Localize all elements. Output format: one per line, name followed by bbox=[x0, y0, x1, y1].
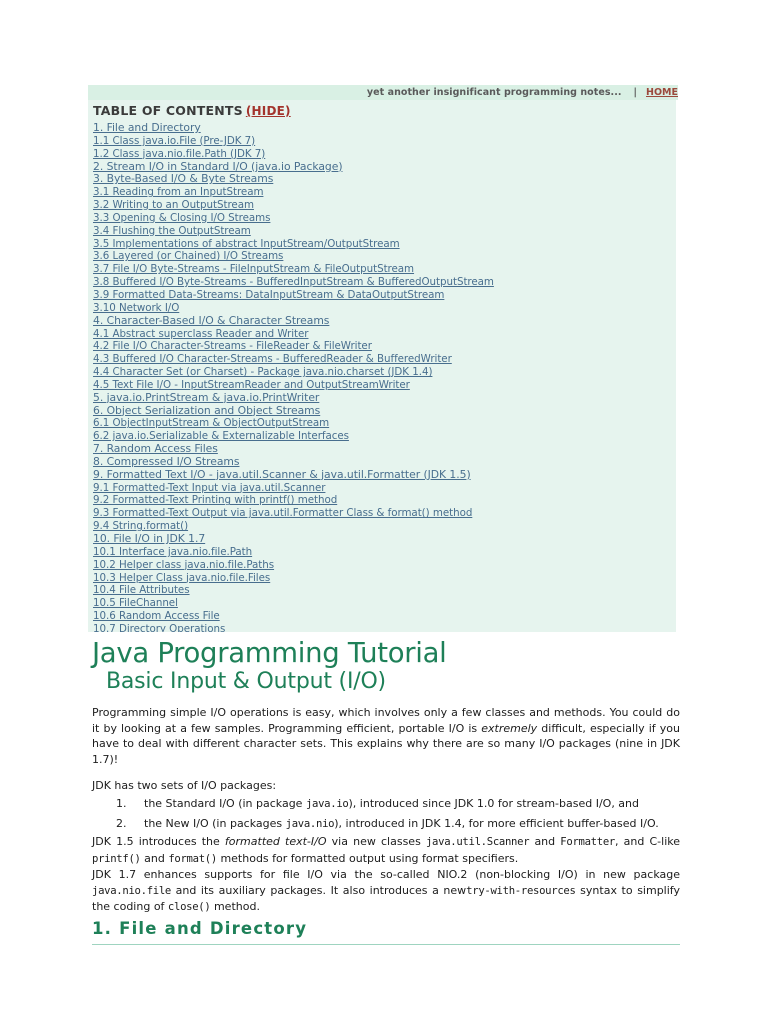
jdk15-code-formatter: Formatter bbox=[560, 835, 615, 848]
toc-link[interactable]: 10.2 Helper class java.nio.file.Paths bbox=[93, 559, 274, 571]
list-item-1-text-a: the Standard I/O (in package bbox=[144, 796, 306, 810]
toc-link[interactable]: 8. Compressed I/O Streams bbox=[93, 455, 240, 468]
page-title: Java Programming Tutorial bbox=[92, 637, 447, 669]
toc-item: 4.3 Buffered I/O Character-Streams - Buf… bbox=[91, 351, 676, 365]
toc-item: 6. Object Serialization and Object Strea… bbox=[91, 403, 676, 417]
toc-item: 9.4 String.format() bbox=[91, 518, 676, 532]
toc-item: 3. Byte-Based I/O & Byte Streams bbox=[91, 171, 676, 185]
toc-item: 3.6 Layered (or Chained) I/O Streams bbox=[91, 248, 676, 262]
jdk17-code-niofile: java.nio.file bbox=[92, 884, 172, 897]
toc-item: 3.4 Flushing the OutputStream bbox=[91, 223, 676, 237]
jdk15-code-format: format() bbox=[168, 852, 217, 865]
toc-item: 1.1 Class java.io.File (Pre-JDK 7) bbox=[91, 133, 676, 147]
toc-item: 3.5 Implementations of abstract InputStr… bbox=[91, 236, 676, 250]
jdk15-paragraph: JDK 1.5 introduces the formatted text-I/… bbox=[92, 834, 680, 867]
jdk15-text-d: , and C-like bbox=[615, 834, 680, 848]
toc-item: 7. Random Access Files bbox=[91, 441, 676, 455]
list-item-1-code: java.io bbox=[305, 797, 349, 810]
header-separator: | bbox=[633, 87, 638, 98]
list-item-1-text-b: ), introduced since JDK 1.0 for stream-b… bbox=[348, 796, 640, 810]
section-divider bbox=[92, 943, 680, 945]
toc-item: 8. Compressed I/O Streams bbox=[91, 454, 676, 468]
toc-item: 10. File I/O in JDK 1.7 bbox=[91, 531, 676, 545]
toc-link[interactable]: 5. java.io.PrintStream & java.io.PrintWr… bbox=[93, 391, 319, 404]
article-body: Java Programming Tutorial Basic Input & … bbox=[92, 638, 680, 945]
toc-item: 9.3 Formatted-Text Output via java.util.… bbox=[91, 505, 676, 519]
toc-item: 10.2 Helper class java.nio.file.Paths bbox=[91, 557, 676, 571]
site-header-bar: yet another insignificant programming no… bbox=[88, 85, 678, 100]
list-item-2-text-a: the New I/O (in packages bbox=[144, 816, 286, 830]
jdk17-text-d: method. bbox=[210, 900, 260, 914]
toc-item: 10.1 Interface java.nio.file.Path bbox=[91, 544, 676, 558]
toc-item: 4. Character-Based I/O & Character Strea… bbox=[91, 313, 676, 327]
toc-item: 3.7 File I/O Byte-Streams - FileInputStr… bbox=[91, 261, 676, 275]
home-link[interactable]: HOME bbox=[646, 87, 678, 98]
jdk15-text-a: JDK 1.5 introduces the bbox=[92, 834, 225, 848]
page-root: yet another insignificant programming no… bbox=[0, 0, 768, 1024]
section-heading-1: 1. File and Directory bbox=[92, 918, 308, 938]
jdk17-code-try: try-with-resources bbox=[466, 884, 576, 897]
jdk15-text-e: and bbox=[140, 851, 169, 865]
toc-item: 10.4 File Attributes bbox=[91, 582, 676, 596]
toc-link[interactable]: 10.7 Directory Operations bbox=[93, 623, 225, 632]
toc-title: TABLE OF CONTENTS (HIDE) bbox=[93, 103, 676, 119]
toc-link[interactable]: 4. Character-Based I/O & Character Strea… bbox=[93, 314, 329, 327]
toc-item: 1. File and Directory bbox=[91, 120, 676, 134]
toc-item: 6.1 ObjectInputStream & ObjectOutputStre… bbox=[91, 415, 676, 429]
toc-item: 3.9 Formatted Data-Streams: DataInputStr… bbox=[91, 287, 676, 301]
toc-item: 1.2 Class java.nio.file.Path (JDK 7) bbox=[91, 146, 676, 160]
list-item: the Standard I/O (in package java.io), i… bbox=[116, 794, 680, 814]
list-item: the New I/O (in packages java.nio), intr… bbox=[116, 814, 680, 834]
toc-item: 9. Formatted Text I/O - java.util.Scanne… bbox=[91, 467, 676, 481]
jdk15-text-b: via new classes bbox=[326, 834, 426, 848]
table-of-contents-panel: TABLE OF CONTENTS (HIDE) 1. File and Dire… bbox=[88, 100, 676, 632]
toc-item: 9.1 Formatted-Text Input via java.util.S… bbox=[91, 480, 676, 494]
package-list: the Standard I/O (in package java.io), i… bbox=[92, 794, 680, 834]
toc-item: 4.2 File I/O Character-Streams - FileRea… bbox=[91, 338, 676, 352]
jdk15-code-scanner: java.util.Scanner bbox=[425, 835, 530, 848]
jdk17-text-a: JDK 1.7 enhances supports for file I/O v… bbox=[92, 868, 680, 882]
jdk15-emphasis: formatted text-I/O bbox=[224, 834, 327, 848]
list-item-2-text-b: ), introduced in JDK 1.4, for more effic… bbox=[334, 816, 659, 830]
intro-emphasis: extremely bbox=[481, 721, 538, 735]
jdk17-text-b: and its auxiliary packages. It also intr… bbox=[171, 883, 467, 897]
site-tagline: yet another insignificant programming no… bbox=[366, 87, 622, 98]
toc-item: 4.5 Text File I/O - InputStreamReader an… bbox=[91, 377, 676, 391]
toc-link[interactable]: 9. Formatted Text I/O - java.util.Scanne… bbox=[93, 468, 471, 481]
page-subtitle: Basic Input & Output (I/O) bbox=[106, 669, 386, 694]
toc-item: 5. java.io.PrintStream & java.io.PrintWr… bbox=[91, 390, 676, 404]
toc-item: 10.7 Directory Operations bbox=[91, 621, 676, 632]
toc-hide-link[interactable]: (HIDE) bbox=[246, 104, 291, 118]
toc-title-label: TABLE OF CONTENTS bbox=[93, 103, 243, 118]
toc-item: 3.1 Reading from an InputStream bbox=[91, 184, 676, 198]
toc-item: 10.6 Random Access File bbox=[91, 608, 676, 622]
intro-paragraph: Programming simple I/O operations is eas… bbox=[92, 705, 680, 767]
toc-item: 2. Stream I/O in Standard I/O (java.io P… bbox=[91, 159, 676, 173]
toc-link[interactable]: 1.2 Class java.nio.file.Path (JDK 7) bbox=[93, 148, 265, 160]
jdk17-code-close: close() bbox=[167, 901, 211, 914]
toc-list: 1. File and Directory 1.1 Class java.io.F… bbox=[91, 120, 676, 632]
packages-lead-in: JDK has two sets of I/O packages: bbox=[92, 779, 277, 793]
toc-item: 3.2 Writing to an OutputStream bbox=[91, 197, 676, 211]
toc-item: 4.1 Abstract superclass Reader and Write… bbox=[91, 326, 676, 340]
toc-item: 10.5 FileChannel bbox=[91, 595, 676, 609]
toc-item: 9.2 Formatted-Text Printing with printf(… bbox=[91, 492, 676, 506]
toc-link[interactable]: 3.4 Flushing the OutputStream bbox=[93, 225, 251, 237]
jdk15-text-f: methods for formatted output using forma… bbox=[216, 851, 519, 865]
jdk15-code-printf: printf() bbox=[92, 852, 141, 865]
toc-item: 3.10 Network I/O bbox=[91, 300, 676, 314]
toc-item: 3.3 Opening & Closing I/O Streams bbox=[91, 210, 676, 224]
toc-item: 10.3 Helper Class java.nio.file.Files bbox=[91, 570, 676, 584]
jdk17-paragraph: JDK 1.7 enhances supports for file I/O v… bbox=[92, 867, 680, 916]
toc-item: 6.2 java.io.Serializable & Externalizabl… bbox=[91, 428, 676, 442]
toc-item: 3.8 Buffered I/O Byte-Streams - Buffered… bbox=[91, 274, 676, 288]
jdk15-text-c: and bbox=[529, 834, 561, 848]
list-item-2-code: java.nio bbox=[285, 817, 335, 830]
toc-item: 4.4 Character Set (or Charset) - Package… bbox=[91, 364, 676, 378]
